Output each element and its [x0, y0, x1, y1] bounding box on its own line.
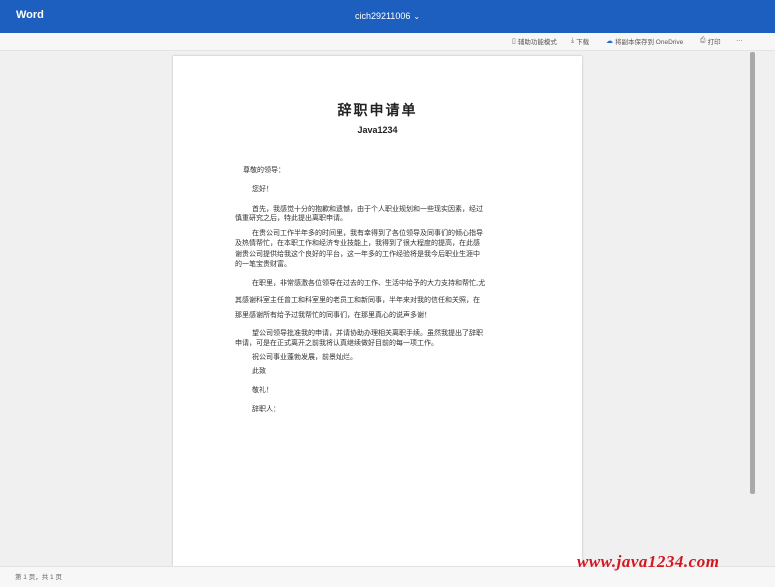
vertical-scrollbar[interactable] [750, 52, 755, 494]
print-label: 打印 [707, 39, 721, 46]
more-options-button[interactable]: … [736, 36, 743, 43]
document-title[interactable]: cich29211006 ⌄ [0, 11, 775, 21]
more-icon: … [736, 36, 743, 43]
accessibility-mode-label: 辅助功能模式 [517, 39, 557, 46]
body-line: 其感谢科室主任曾工和科室里的老员工和新同事，半年来对我的信任和关照，在 [235, 296, 480, 304]
body-line: 及热情帮忙，在本职工作和经济专业技能上，我得到了很大程度的提高，在此感 [235, 239, 480, 247]
document-title-text: cich29211006 [354, 11, 411, 21]
cloud-icon: ☁ [606, 38, 613, 45]
body-line: 申请，可是在正式离开之前我将认真继续做好目前的每一项工作。 [235, 339, 438, 347]
body-line: 在职里，非常感激各位领导在过去的工作、生活中给予的大力支持和帮忙,尤 [252, 279, 486, 287]
download-label: 下载 [576, 39, 590, 46]
body-line: 此致 [252, 367, 266, 375]
body-line: 慎重研究之后，特此提出离职申请。 [235, 214, 347, 222]
document-icon: ▯ [512, 38, 516, 45]
download-icon: ⤓ [571, 37, 575, 44]
body-line: 的一笔宝贵财富。 [235, 260, 291, 268]
body-line: 首先，我感觉十分的抱歉和遗憾，由于个人职业规划和一些现实因素，经过 [252, 205, 483, 213]
document-subheading: Java1234 [357, 125, 398, 135]
page-count: 第 1 页，共 1 页 [15, 574, 62, 581]
body-line: 祝公司事业蓬勃发展，前景灿烂。 [252, 353, 357, 361]
body-line: 在贵公司工作半年多的时间里，我有幸得到了各位领导及同事们的倾心指导 [252, 229, 483, 237]
print-icon: ⎙ [700, 37, 706, 44]
body-line: 谢贵公司提供给我这个良好的平台，这一年多的工作经验将是我今后职业生涯中 [235, 250, 480, 258]
body-line: 那里感谢所有给予过我帮忙的同事们，在那里真心的说声多谢！ [235, 311, 431, 319]
body-line: 尊敬的领导： [243, 166, 285, 174]
save-to-onedrive-label: 将副本保存到 OneDrive [615, 39, 684, 46]
body-line: 敬礼！ [252, 386, 273, 394]
document-heading: 辞职申请单 [337, 103, 418, 119]
chevron-down-icon: ⌄ [413, 12, 421, 21]
title-bar: Word cich29211006 ⌄ [0, 0, 775, 33]
accessibility-mode-button[interactable]: ▯ 辅助功能模式 [512, 36, 557, 46]
body-line: 望公司领导批准我的申请，并请协助办理相关离职手续。虽然我提出了辞职 [252, 329, 483, 337]
print-button[interactable]: ⎙ 打印 [700, 36, 721, 46]
toolbar: ▯ 辅助功能模式 ⤓ 下载 ☁ 将副本保存到 OneDrive ⎙ 打印 … [0, 33, 775, 51]
download-button[interactable]: ⤓ 下载 [571, 36, 589, 46]
watermark: www.java1234.com [577, 552, 720, 571]
body-line: 您好！ [252, 185, 273, 193]
save-to-onedrive-button[interactable]: ☁ 将副本保存到 OneDrive [606, 36, 683, 46]
body-line: 辞职人： [252, 405, 280, 413]
